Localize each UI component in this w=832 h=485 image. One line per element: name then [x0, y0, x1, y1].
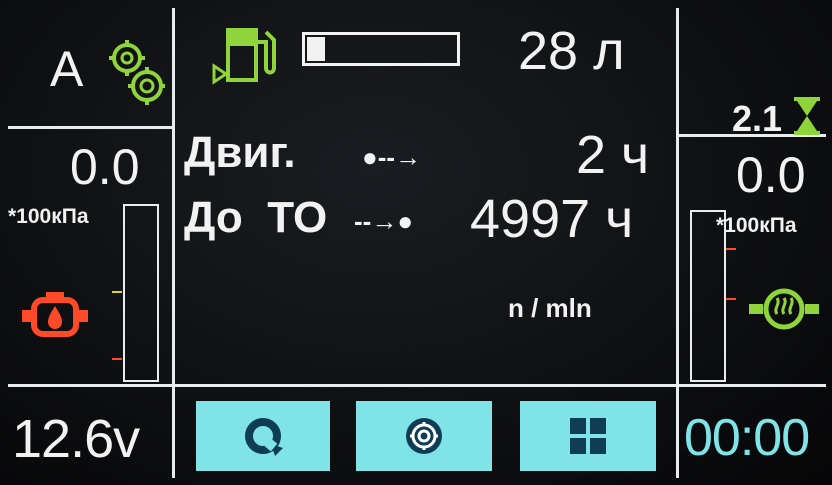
clock-readout: 00:00 — [684, 409, 810, 467]
refresh-icon — [196, 401, 330, 471]
fuel-level-fill — [307, 37, 325, 61]
refresh-button[interactable] — [196, 401, 330, 471]
left-gauge-tick-yellow — [112, 291, 122, 293]
fuel-level-bar — [302, 32, 460, 66]
oil-pressure-icon — [20, 288, 90, 344]
engine-hours-arrow: ●--→ — [362, 142, 422, 172]
transmission-pressure-icon — [746, 284, 822, 334]
menu-button[interactable] — [520, 401, 656, 471]
engine-hours-value: 2 ч — [576, 125, 650, 185]
right-pressure-gauge — [690, 210, 726, 382]
rpm-unit-label: n / mln — [508, 293, 592, 323]
gears-icon — [106, 38, 166, 108]
divider-bottom — [8, 384, 826, 387]
voltage-readout: 12.6v — [12, 409, 140, 469]
fuel-pump-icon — [212, 22, 284, 86]
right-pressure-unit: *100кПа — [716, 214, 797, 237]
right-gauge-tick-red-top — [726, 248, 736, 250]
service-interval-arrow: --→● — [354, 206, 414, 236]
display-screen: A 0.0 *100кПа 12.6v 28 л Двиг. ●--→ 2 ч … — [0, 0, 832, 485]
gear-mode-label: A — [50, 41, 84, 97]
right-gauge-tick-red-bottom — [726, 298, 736, 300]
hourglass-icon — [792, 96, 822, 136]
grid-icon — [520, 401, 656, 471]
right-pressure-value: 0.0 — [736, 147, 806, 203]
left-pressure-gauge — [123, 204, 159, 382]
left-gauge-tick-red — [112, 358, 122, 360]
engine-hours-label: Двиг. — [184, 128, 296, 177]
timer-value: 2.1 — [732, 98, 783, 139]
divider-left — [172, 8, 175, 478]
left-pressure-value: 0.0 — [70, 139, 140, 195]
service-interval-label: До ТО — [184, 193, 328, 242]
divider-right — [676, 8, 679, 478]
settings-button[interactable] — [356, 401, 492, 471]
fuel-volume: 28 л — [518, 21, 625, 81]
service-interval-value: 4997 ч — [470, 189, 634, 249]
left-pressure-unit: *100кПа — [8, 205, 89, 228]
display-frame: A 0.0 *100кПа 12.6v 28 л Двиг. ●--→ 2 ч … — [8, 8, 826, 478]
gear-icon — [356, 401, 492, 471]
divider-left-top — [8, 126, 172, 129]
